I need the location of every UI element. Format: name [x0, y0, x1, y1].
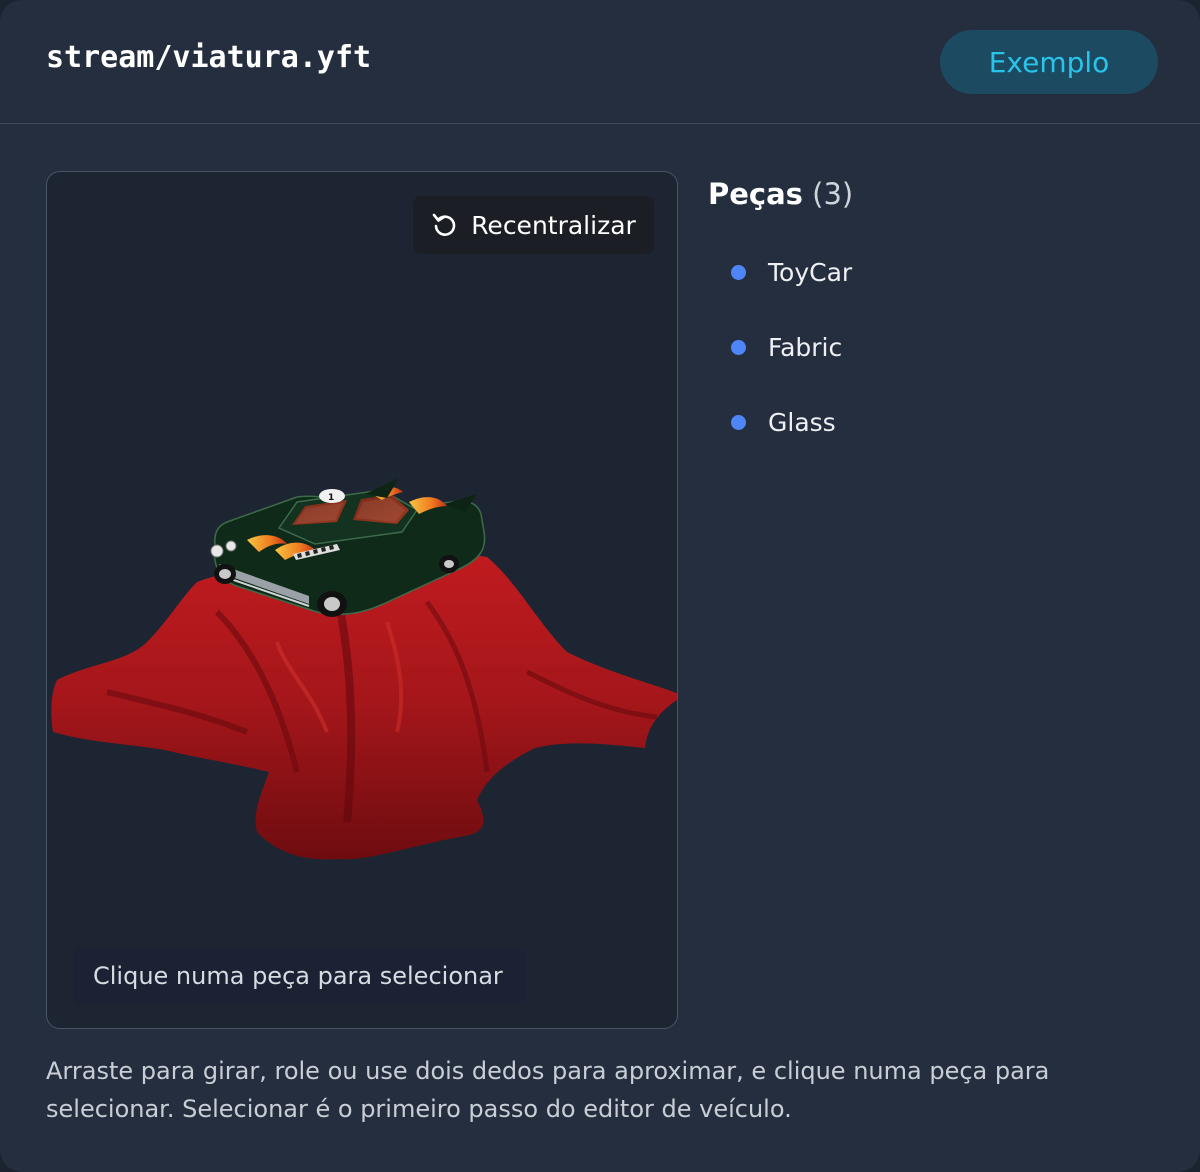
part-dot-icon — [731, 264, 746, 280]
svg-text:1: 1 — [328, 493, 334, 503]
part-item-fabric[interactable]: Fabric — [708, 325, 852, 369]
part-label: Fabric — [768, 332, 843, 362]
part-label: ToyCar — [768, 257, 853, 287]
parts-panel: Peças (3) ToyCar Fabric Glass — [708, 172, 1168, 437]
part-item-toycar[interactable]: ToyCar — [708, 250, 852, 294]
part-dot-icon — [731, 339, 746, 355]
file-path-title: stream/viatura.yft — [46, 40, 372, 75]
recenter-button[interactable]: Recentralizar — [413, 196, 654, 254]
parts-list: ToyCar Fabric Glass — [708, 250, 852, 475]
3d-viewport[interactable]: 1 Recentralizar Clique numa peça para se… — [46, 171, 678, 1029]
recenter-label: Recentralizar — [471, 210, 636, 240]
example-button[interactable]: Exemplo — [940, 30, 1158, 94]
part-item-glass[interactable]: Glass — [708, 400, 852, 444]
vehicle-viewer-card: stream/viatura.yft Exemplo 1 Recentraliz… — [0, 0, 1200, 1172]
parts-count: (3) — [812, 177, 854, 211]
rotate-ccw-icon — [431, 211, 459, 239]
part-dot-icon — [731, 414, 746, 430]
instructions-text: Arraste para girar, role ou use dois ded… — [46, 1057, 1050, 1123]
parts-heading: Peças (3) — [708, 172, 1168, 216]
header: stream/viatura.yft Exemplo — [0, 0, 1200, 124]
selection-hint: Clique numa peça para selecionar — [73, 948, 525, 1004]
part-label: Glass — [768, 407, 836, 437]
3d-scene[interactable]: 1 — [47, 172, 678, 1029]
parts-title: Peças — [708, 177, 803, 211]
